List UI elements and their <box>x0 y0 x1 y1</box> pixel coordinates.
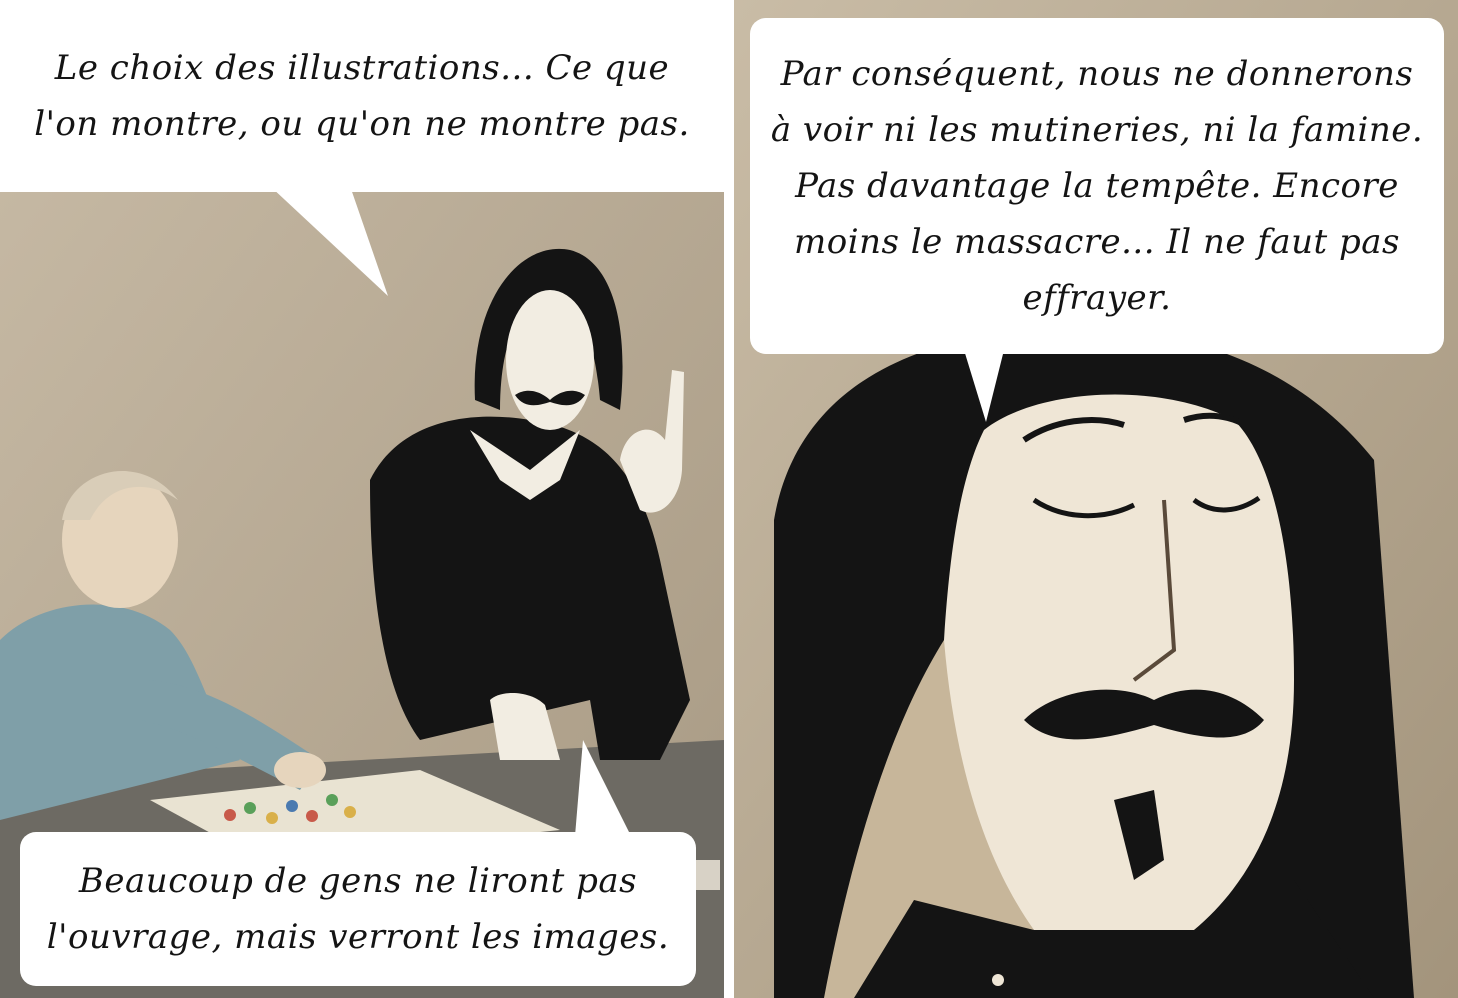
comic-page: Le choix des illustrations... Ce que l'o… <box>0 0 1458 998</box>
standing-man-face <box>506 290 594 430</box>
speech-bubble-text: Beaucoup de gens ne liront pas l'ouvrage… <box>46 861 670 957</box>
speech-bubble-tail <box>964 350 1004 422</box>
speech-bubble-text: Par conséquent, nous ne donnerons à voir… <box>770 54 1424 318</box>
face <box>942 394 1294 930</box>
speech-bubble-tail <box>270 186 388 296</box>
speech-bubble-text: Le choix des illustrations... Ce que l'o… <box>34 48 690 144</box>
speech-bubble-top-right: Par conséquent, nous ne donnerons à voir… <box>750 18 1444 354</box>
speech-bubble-tail <box>575 740 631 836</box>
speech-bubble-top-left: Le choix des illustrations... Ce que l'o… <box>0 0 724 192</box>
speech-bubble-bottom-left: Beaucoup de gens ne liront pas l'ouvrage… <box>20 832 696 986</box>
seated-man-hand <box>274 752 326 788</box>
coat-button <box>992 974 1004 986</box>
comic-panel-right: Par conséquent, nous ne donnerons à voir… <box>734 0 1458 998</box>
comic-panel-left: Le choix des illustrations... Ce que l'o… <box>0 0 724 998</box>
